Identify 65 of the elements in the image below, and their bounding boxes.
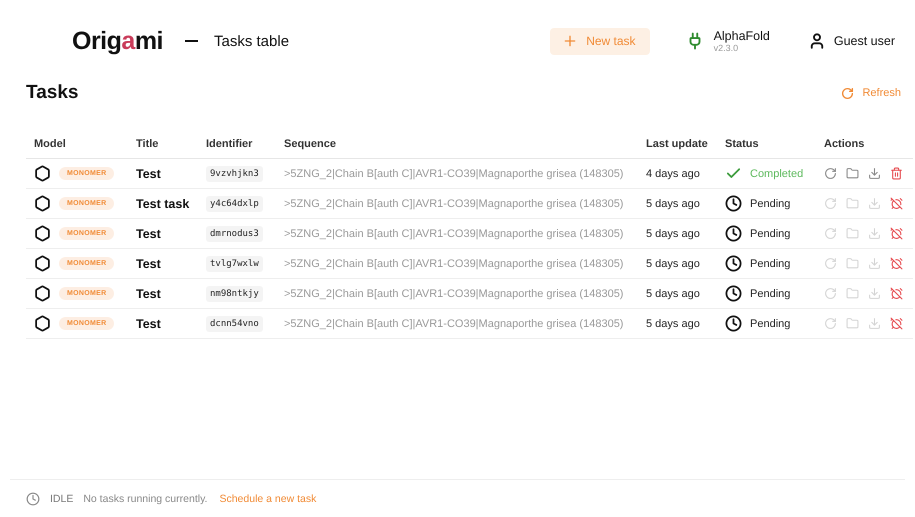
status-text: Pending	[750, 258, 790, 270]
sequence-text: >5ZNG_2|Chain B[auth C]|AVR1-CO39|Magnaporthe grisea (148305)	[284, 288, 624, 300]
hexagon-icon	[34, 255, 51, 272]
status-text: Pending	[750, 318, 790, 330]
rerun-button[interactable]	[824, 167, 837, 180]
task-title: Test	[136, 256, 161, 270]
task-identifier: dmrnodus3	[206, 226, 263, 242]
column-header: Status	[724, 138, 760, 150]
task-title: Test	[136, 286, 161, 300]
clock-icon	[26, 492, 40, 506]
task-identifier: tvlg7wxlw	[206, 256, 263, 272]
task-title: Test	[136, 226, 161, 240]
refresh-button[interactable]: Refresh	[841, 86, 913, 100]
sequence-text: >5ZNG_2|Chain B[auth C]|AVR1-CO39|Magnaporthe grisea (148305)	[284, 168, 624, 180]
clock-cancel-button[interactable]	[890, 257, 903, 270]
last-update: 5 days ago	[646, 258, 700, 270]
sequence-text: >5ZNG_2|Chain B[auth C]|AVR1-CO39|Magnaporthe grisea (148305)	[284, 258, 624, 270]
clock-cancel-button[interactable]	[890, 287, 903, 300]
status-text: Completed	[750, 168, 804, 180]
sequence-text: >5ZNG_2|Chain B[auth C]|AVR1-CO39|Magnaporthe grisea (148305)	[284, 228, 624, 240]
clock-cancel-button[interactable]	[890, 317, 903, 330]
task-identifier: dcnn54vno	[206, 316, 263, 332]
clock-cancel-button[interactable]	[890, 227, 903, 240]
status-state: IDLE	[50, 492, 74, 504]
last-update: 5 days ago	[646, 318, 700, 330]
hexagon-icon	[34, 195, 51, 212]
task-title: Test	[136, 316, 161, 330]
sequence-text: >5ZNG_2|Chain B[auth C]|AVR1-CO39|Magnaporthe grisea (148305)	[284, 318, 624, 330]
column-header: Title	[135, 138, 160, 150]
last-update: 5 days ago	[646, 228, 700, 240]
refresh-icon	[841, 86, 854, 100]
task-title: Test task	[136, 196, 190, 210]
engine-name: AlphaFold	[714, 29, 770, 43]
page-title: Tasks table	[214, 32, 290, 50]
hexagon-icon	[34, 225, 51, 242]
column-header: Actions	[823, 138, 866, 150]
folder-button[interactable]	[846, 167, 859, 180]
download-button[interactable]	[868, 167, 881, 180]
sequence-text: >5ZNG_2|Chain B[auth C]|AVR1-CO39|Magnaporthe grisea (148305)	[284, 198, 624, 210]
schedule-link[interactable]: Schedule a new task	[219, 492, 316, 504]
hexagon-icon	[34, 315, 51, 332]
column-header: Identifier	[205, 138, 254, 150]
column-header: Last update	[645, 138, 709, 150]
last-update: 5 days ago	[646, 288, 700, 300]
delete-button[interactable]	[890, 167, 903, 180]
last-update: 4 days ago	[646, 168, 700, 180]
user-name[interactable]: Guest user	[834, 34, 895, 48]
last-update: 5 days ago	[646, 198, 700, 210]
column-header: Sequence	[283, 138, 337, 150]
logo: Origami	[72, 26, 163, 56]
clock-cancel-button[interactable]	[890, 197, 903, 210]
page-heading: Tasks	[26, 82, 78, 104]
hexagon-icon	[34, 285, 51, 302]
status-text: Pending	[750, 288, 790, 300]
engine-version: v2.3.0	[714, 43, 740, 53]
task-identifier: y4c64dxlp	[206, 196, 263, 212]
task-identifier: nm98ntkjy	[206, 286, 263, 302]
hexagon-icon	[34, 165, 51, 182]
column-header: Model	[33, 138, 67, 150]
status-text: Pending	[750, 198, 790, 210]
task-identifier: 9vzvhjkn3	[206, 166, 263, 182]
status-message: No tasks running currently.	[83, 492, 208, 504]
new-task-button[interactable]: New task	[550, 28, 650, 54]
status-text: Pending	[750, 228, 790, 240]
task-title: Test	[136, 166, 161, 180]
